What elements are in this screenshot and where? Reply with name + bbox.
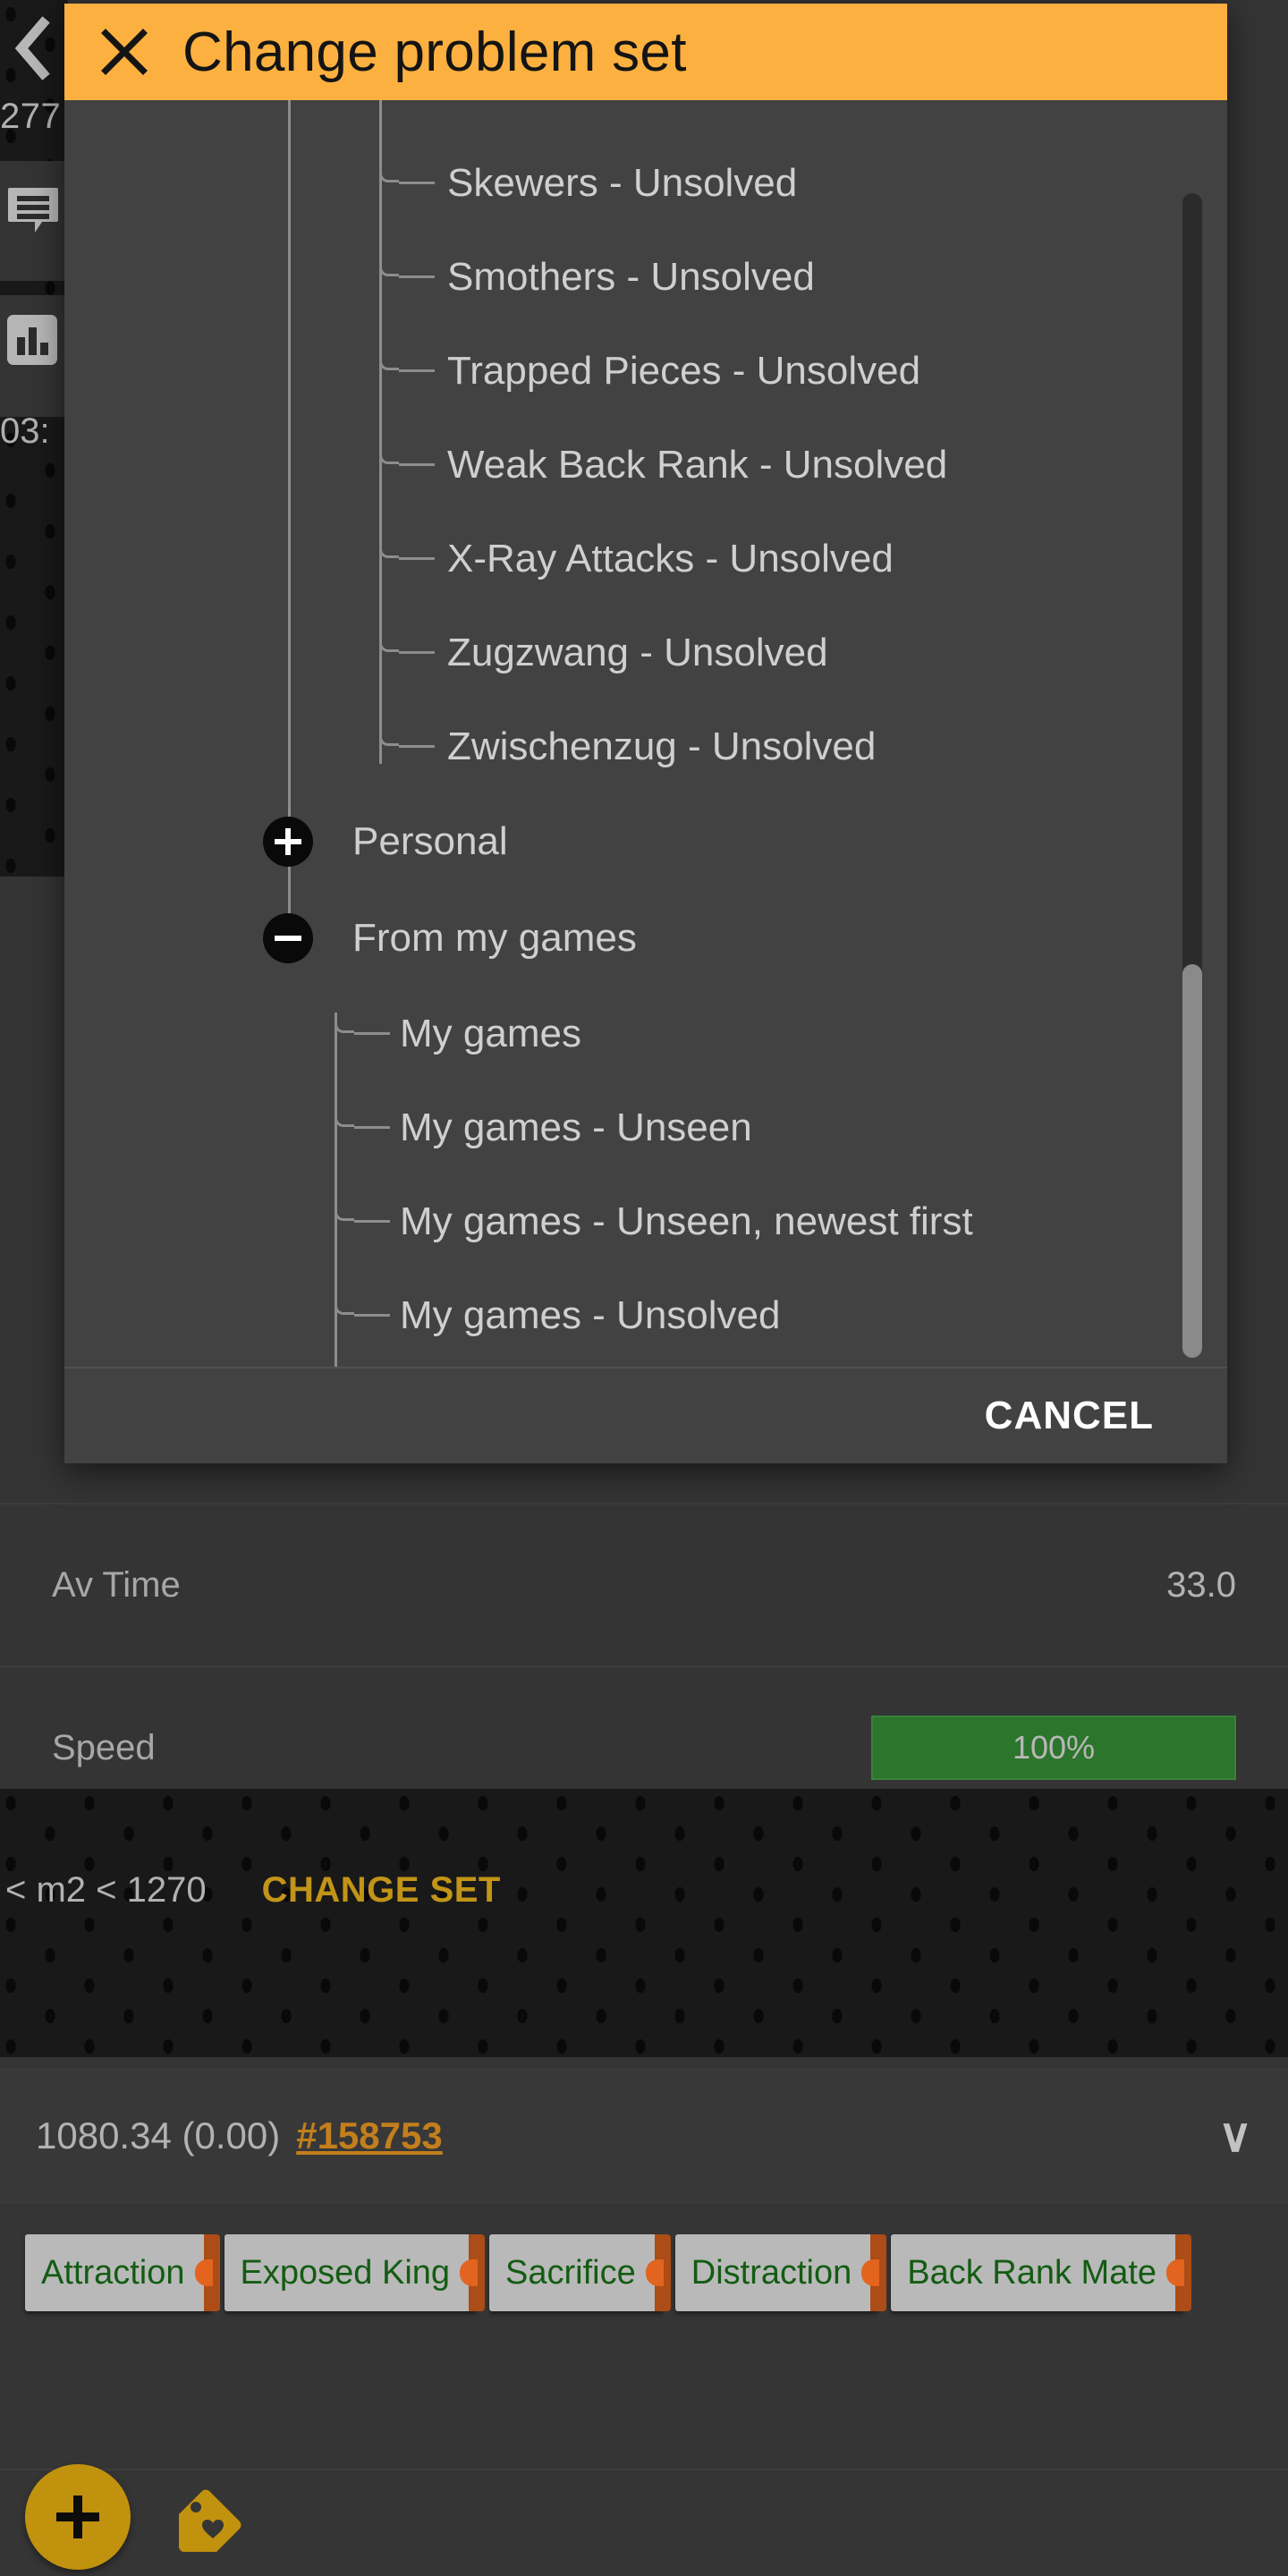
- tree-branch-line: [399, 275, 435, 278]
- tree-item-label: My games: [400, 1011, 581, 1055]
- problem-set-tree: Skewers - Unsolved Smothers - Unsolved T…: [64, 100, 1227, 1367]
- tree-branch-line: [354, 1126, 390, 1129]
- tree-item[interactable]: My games: [64, 987, 1227, 1080]
- tree-branch-icon: [335, 1013, 354, 1033]
- tree-item-label: Zwischenzug - Unsolved: [447, 724, 877, 768]
- tree-item-label: Skewers - Unsolved: [447, 160, 798, 205]
- tree-branch-line: [399, 745, 435, 748]
- app-root: 277 03: Av Time 33.0 Speed 100% < m2 < 1…: [0, 0, 1288, 2576]
- tree-item-label: Personal: [352, 819, 508, 863]
- tree-item-label: My games - Unseen, newest first: [400, 1199, 973, 1243]
- tree-item[interactable]: Trapped Pieces - Unsolved: [64, 324, 1227, 418]
- tree-item-label: Smothers - Unsolved: [447, 254, 815, 299]
- tree-item-label: Zugzwang - Unsolved: [447, 630, 828, 674]
- dialog-header: Change problem set: [64, 4, 1227, 100]
- tree-item-label: My games - Unsolved: [400, 1292, 781, 1337]
- tree-item[interactable]: Skewers - Unsolved: [64, 136, 1227, 230]
- tree-branch-icon: [379, 163, 399, 182]
- cancel-button[interactable]: CANCEL: [985, 1394, 1154, 1438]
- tree-branch-icon: [379, 632, 399, 652]
- tree-branch-line: [399, 557, 435, 560]
- tree-item[interactable]: Zwischenzug - Unsolved: [64, 699, 1227, 793]
- tree-item-label: Weak Back Rank - Unsolved: [447, 442, 948, 487]
- tree-branch-icon: [379, 726, 399, 746]
- tree-item-label: My games - Unseen: [400, 1105, 752, 1149]
- expand-plus-icon[interactable]: [263, 817, 313, 867]
- tree-item[interactable]: X-Ray Attacks - Unsolved: [64, 512, 1227, 606]
- change-problem-set-dialog: Change problem set Skewers - Unsolved Sm…: [64, 4, 1227, 1463]
- tree-item[interactable]: Smothers - Unsolved: [64, 230, 1227, 324]
- tree-branch-line: [399, 651, 435, 654]
- tree-branch-line: [399, 182, 435, 184]
- tree-branch-icon: [335, 1201, 354, 1221]
- tree-branch-line: [354, 1032, 390, 1035]
- tree-item[interactable]: My games - Unseen: [64, 1080, 1227, 1174]
- dialog-footer: CANCEL: [64, 1367, 1227, 1463]
- tree-item-label: Trapped Pieces - Unsolved: [447, 348, 921, 393]
- scrollbar-thumb[interactable]: [1182, 964, 1202, 1358]
- tree-branch-line: [399, 463, 435, 466]
- collapse-minus-icon[interactable]: [263, 913, 313, 963]
- tree-item[interactable]: Weak Back Rank - Unsolved: [64, 418, 1227, 512]
- tree-branch-icon: [379, 257, 399, 276]
- tree-item[interactable]: Zugzwang - Unsolved: [64, 606, 1227, 699]
- tree-item-label: X-Ray Attacks - Unsolved: [447, 536, 894, 580]
- tree-branch-line: [399, 369, 435, 372]
- dialog-body[interactable]: Skewers - Unsolved Smothers - Unsolved T…: [64, 100, 1227, 1367]
- tree-item[interactable]: My games - Unseen, newest first: [64, 1174, 1227, 1268]
- tree-branch-line: [354, 1314, 390, 1317]
- tree-branch-icon: [379, 351, 399, 370]
- tree-branch-icon: [379, 445, 399, 464]
- tree-branch-icon: [335, 1295, 354, 1315]
- tree-branch-icon: [335, 1107, 354, 1127]
- tree-item-label: From my games: [352, 916, 637, 960]
- tree-branch-line: [354, 1220, 390, 1223]
- tree-branch-icon: [379, 538, 399, 558]
- tree-item[interactable]: My games - Unsolved: [64, 1268, 1227, 1362]
- dialog-title: Change problem set: [182, 21, 687, 83]
- tree-item-personal[interactable]: Personal: [64, 793, 1227, 890]
- tree-item-from-my-games[interactable]: From my games: [64, 890, 1227, 987]
- close-x-icon[interactable]: [100, 28, 148, 76]
